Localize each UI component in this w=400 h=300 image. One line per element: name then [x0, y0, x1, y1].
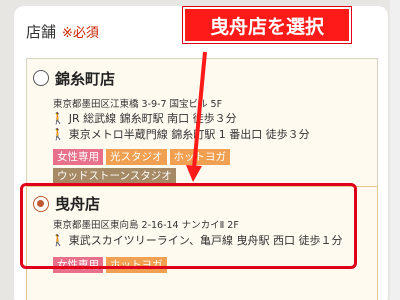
tag-women-only: 女性専用	[53, 149, 103, 165]
access-text: 東武スカイツリーライン、亀戸線 曳舟駅 西口 徒歩１分	[68, 234, 343, 247]
tag-woodstone-studio: ウッドストーンスタジオ	[53, 168, 176, 184]
walking-person-icon: 🚶	[51, 111, 65, 125]
store-access-line: 🚶 JR 総武線 錦糸町駅 南口 徒歩３分	[51, 110, 237, 126]
walking-person-icon: 🚶	[51, 127, 65, 141]
access-text: JR 総武線 錦糸町駅 南口 徒歩３分	[68, 112, 237, 125]
tag-light-studio: 光スタジオ	[106, 149, 167, 165]
scrollbar[interactable]	[390, 0, 400, 300]
store-tags: 女性専用 ホットヨガ	[53, 257, 273, 273]
store-name: 曳舟店	[55, 195, 101, 213]
access-text: 東京メトロ半蔵門線 錦糸町駅 1 番出口 徒歩３分	[68, 128, 310, 141]
store-access-line: 🚶 東武スカイツリーライン、亀戸線 曳舟駅 西口 徒歩１分	[51, 232, 343, 248]
callout-label: 曳舟店を選択	[183, 7, 351, 43]
store-label-text: 店舗	[26, 23, 57, 41]
store-radio-kinshicho[interactable]	[33, 70, 49, 86]
store-option-kinshicho[interactable]: 錦糸町店 東京都墨田区江東橋 3-9-7 国宝ビル 5F 🚶 JR 総武線 錦糸町…	[26, 58, 378, 188]
tag-hot-yoga: ホットヨガ	[106, 257, 167, 273]
tag-women-only: 女性専用	[53, 257, 103, 273]
store-field-label: 店舗 ※必須	[26, 21, 99, 42]
store-address: 東京都墨田区東向島 2-16-14 ナンカイⅡ 2F	[53, 220, 239, 231]
store-name: 錦糸町店	[55, 70, 116, 88]
store-option-hikifune[interactable]: 曳舟店 東京都墨田区東向島 2-16-14 ナンカイⅡ 2F 🚶 東武スカイツリー…	[26, 186, 378, 300]
required-mark: ※必須	[62, 26, 99, 41]
tag-hot-yoga: ホットヨガ	[169, 149, 230, 165]
store-tags: 女性専用 光スタジオ ホットヨガ ウッドストーンスタジオ	[53, 149, 273, 184]
walking-person-icon: 🚶	[51, 233, 65, 247]
store-access-line: 🚶 東京メトロ半蔵門線 錦糸町駅 1 番出口 徒歩３分	[51, 126, 310, 142]
store-radio-hikifune[interactable]	[33, 196, 49, 212]
store-selection-panel: 店舗 ※必須 錦糸町店 東京都墨田区江東橋 3-9-7 国宝ビル 5F 🚶 JR 総…	[14, 6, 388, 300]
store-address: 東京都墨田区江東橋 3-9-7 国宝ビル 5F	[53, 99, 223, 110]
